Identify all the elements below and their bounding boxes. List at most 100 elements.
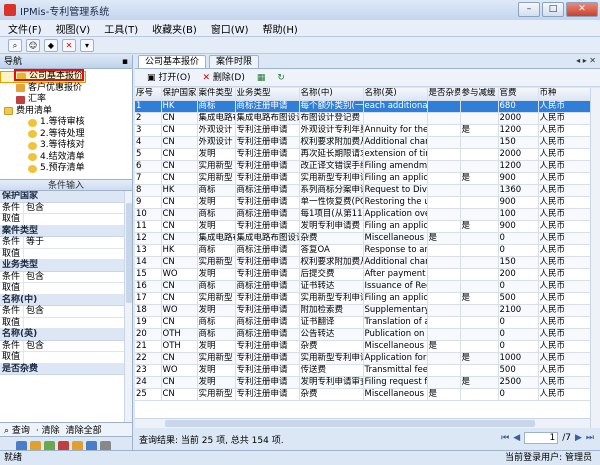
condition-group[interactable]: 保护国家	[0, 191, 132, 203]
clear-button[interactable]: · 清除	[36, 423, 60, 436]
table-row[interactable]: 25CN实用新型专利注册申请杂费Miscellaneous D是0人民币	[135, 388, 590, 400]
table-cell: CN	[161, 148, 197, 160]
table-row[interactable]: 23WO发明专利注册申请传送费Transmittal fee500人民币	[135, 364, 590, 376]
clear-all-button[interactable]: 清除全部	[66, 423, 102, 436]
column-header[interactable]: 名称(中)	[299, 88, 363, 100]
table-row[interactable]: 11CN发明专利注册申请发明专利申请费Filing an applica是900…	[135, 220, 590, 232]
condition-value[interactable]: 包含	[24, 341, 44, 352]
last-page-icon[interactable]: ⏭	[586, 433, 594, 443]
logo-icon[interactable]: ◆	[44, 39, 58, 52]
menu-window[interactable]: 窗口(W)	[211, 21, 249, 36]
condition-group[interactable]: 名称(英)	[0, 329, 132, 341]
grid-vertical-scrollbar[interactable]	[590, 88, 600, 428]
conditions-scrollbar[interactable]	[124, 191, 132, 422]
tab-case-deadline[interactable]: 案件时限	[209, 55, 259, 68]
table-cell: 是	[427, 388, 460, 400]
menu-help[interactable]: 帮助(H)	[263, 21, 298, 36]
menu-view[interactable]: 视图(V)	[56, 21, 91, 36]
condition-value[interactable]: 等于	[24, 237, 44, 248]
condition-value[interactable]	[24, 214, 26, 225]
condition-value[interactable]	[24, 283, 26, 294]
table-row[interactable]: 14CN实用新型专利注册申请权利要求附加费从Additional charg15…	[135, 256, 590, 268]
condition-value[interactable]	[24, 249, 26, 260]
export-excel-icon[interactable]: ▦	[253, 71, 270, 85]
column-header[interactable]: 参与减缓	[460, 88, 498, 100]
condition-group[interactable]: 名称(中)	[0, 295, 132, 307]
table-row[interactable]: 6CN实用新型专利注册申请改正译文错误手续Filing amendmen1200…	[135, 160, 590, 172]
column-header[interactable]: 保护国家	[161, 88, 197, 100]
table-row[interactable]: 12CN集成电路布图集成电路布图设计杂费Miscellaneous D是0人民币	[135, 232, 590, 244]
table-row[interactable]: 7CN实用新型专利注册申请实用新型专利申请Filing an applica是9…	[135, 172, 590, 184]
table-row[interactable]: 17CN实用新型专利注册申请实用新型专利申请Filing an applica是…	[135, 292, 590, 304]
nav-item[interactable]: 2.等待处理	[0, 129, 132, 141]
app-logo-icon	[4, 4, 16, 16]
condition-value[interactable]: 包含	[24, 203, 44, 214]
first-page-icon[interactable]: ⏮	[501, 433, 509, 443]
table-cell: 后提交费	[299, 268, 363, 280]
menu-file[interactable]: 文件(F)	[8, 21, 42, 36]
condition-group[interactable]: 案件类型	[0, 226, 132, 238]
column-header[interactable]: 币种	[538, 88, 590, 100]
nav-item[interactable]: 1.等待审核	[0, 117, 132, 129]
column-header[interactable]: 是否杂费	[427, 88, 460, 100]
table-row[interactable]: 13HK商标商标注册申请答复OAResponse to an0人民币	[135, 244, 590, 256]
column-header[interactable]: 业务类型	[235, 88, 299, 100]
query-button[interactable]: ⌕ 查询	[4, 423, 30, 436]
nav-item[interactable]: 客户优惠报价	[0, 83, 132, 95]
next-page-icon[interactable]: ▶	[575, 433, 582, 443]
table-row[interactable]: 10CN商标商标注册申请每1项目(从第11Application over100…	[135, 208, 590, 220]
table-row[interactable]: 4CN外观设计专利注册申请权利要求附加费从Additional charg150…	[135, 136, 590, 148]
table-row[interactable]: 24CN发明专利注册申请发明专利申请审查Filing request fo是25…	[135, 376, 590, 388]
condition-value[interactable]	[24, 352, 26, 363]
condition-value[interactable]: 包含	[24, 306, 44, 317]
minimize-button[interactable]: –	[518, 2, 540, 17]
nav-item[interactable]: 汇率	[0, 94, 132, 106]
menu-favorites[interactable]: 收藏夹(B)	[152, 21, 197, 36]
table-row[interactable]: 15WO发明专利注册申请后提交费After payment200人民币	[135, 268, 590, 280]
menu-tools[interactable]: 工具(T)	[104, 21, 138, 36]
pin-icon[interactable]: ▪	[122, 55, 128, 69]
delete-button[interactable]: ✕ 删除(D)	[198, 71, 248, 85]
table-cell: 商标	[197, 328, 235, 340]
column-header[interactable]: 序号	[135, 88, 161, 100]
close-button[interactable]: ✕	[566, 2, 598, 17]
users-icon[interactable]: ☺	[26, 39, 40, 52]
condition-row: 取值	[0, 318, 132, 330]
table-row[interactable]: 5CN发明专利注册申请再次延长期限请求extension of tim2000人…	[135, 148, 590, 160]
maximize-button[interactable]: □	[542, 2, 564, 17]
dropdown-icon[interactable]: ▾	[80, 39, 94, 52]
table-row[interactable]: 3CN外观设计专利注册申请外观设计专利年费Annuity for the y是1…	[135, 124, 590, 136]
nav-item[interactable]: 3.等待核对	[0, 140, 132, 152]
prev-page-icon[interactable]: ◀	[513, 433, 520, 443]
table-row[interactable]: 19CN商标商标注册申请证书翻译Translation of ar0人民币	[135, 316, 590, 328]
delete-icon[interactable]: ✕	[62, 39, 76, 52]
page-input[interactable]: 1	[524, 432, 558, 444]
condition-value[interactable]: 包含	[24, 272, 44, 283]
tab-controls[interactable]: ◂ ▸ ✕	[576, 56, 596, 65]
table-row[interactable]: 9CN发明专利注册申请单一性恢复费(PCRestoring the ur900人…	[135, 196, 590, 208]
condition-group[interactable]: 是否杂费	[0, 364, 132, 376]
column-header[interactable]: 案件类型	[197, 88, 235, 100]
table-row[interactable]: 22CN实用新型专利注册申请实用新型专利申请Application for f是…	[135, 352, 590, 364]
nav-item[interactable]: 费用清单	[0, 106, 132, 118]
table-row[interactable]: 16CN商标商标注册申请证书转达Issuance of Reg0人民币	[135, 280, 590, 292]
condition-group[interactable]: 业务类型	[0, 260, 132, 272]
table-row[interactable]: 1HK商标商标注册申请每个额外类别(一类each additional680人民…	[135, 100, 590, 112]
open-button[interactable]: ▣ 打开(O)	[143, 71, 194, 85]
table-row[interactable]: 8HK商标商标注册申请系列商标分案申请Request to Divid1360人…	[135, 184, 590, 196]
tab-company-quote[interactable]: 公司基本报价	[138, 55, 206, 68]
column-header[interactable]: 官费	[498, 88, 538, 100]
table-row[interactable]: 2CN集成电路布图集成电路布图设计布图设计登记费2000人民币	[135, 112, 590, 124]
table-row[interactable]: 21OTH发明专利注册申请杂费Miscellaneous D是0人民币	[135, 340, 590, 352]
table-cell: 是	[460, 352, 498, 364]
table-row[interactable]: 20OTH商标商标注册申请公告转达Publication on G0人民币	[135, 328, 590, 340]
search-icon[interactable]: ⌕	[8, 39, 22, 52]
table-cell: 100	[498, 208, 538, 220]
column-header[interactable]: 名称(英)	[363, 88, 427, 100]
nav-item[interactable]: 5.预存清单	[0, 163, 132, 175]
table-row[interactable]: 18WO发明专利注册申请附加检索费Supplementary s2100人民币	[135, 304, 590, 316]
condition-value[interactable]	[24, 318, 26, 329]
refresh-icon[interactable]: ↻	[273, 71, 289, 85]
nav-item[interactable]: 4.结效清单	[0, 152, 132, 164]
grid-horizontal-scrollbar[interactable]	[135, 418, 590, 428]
